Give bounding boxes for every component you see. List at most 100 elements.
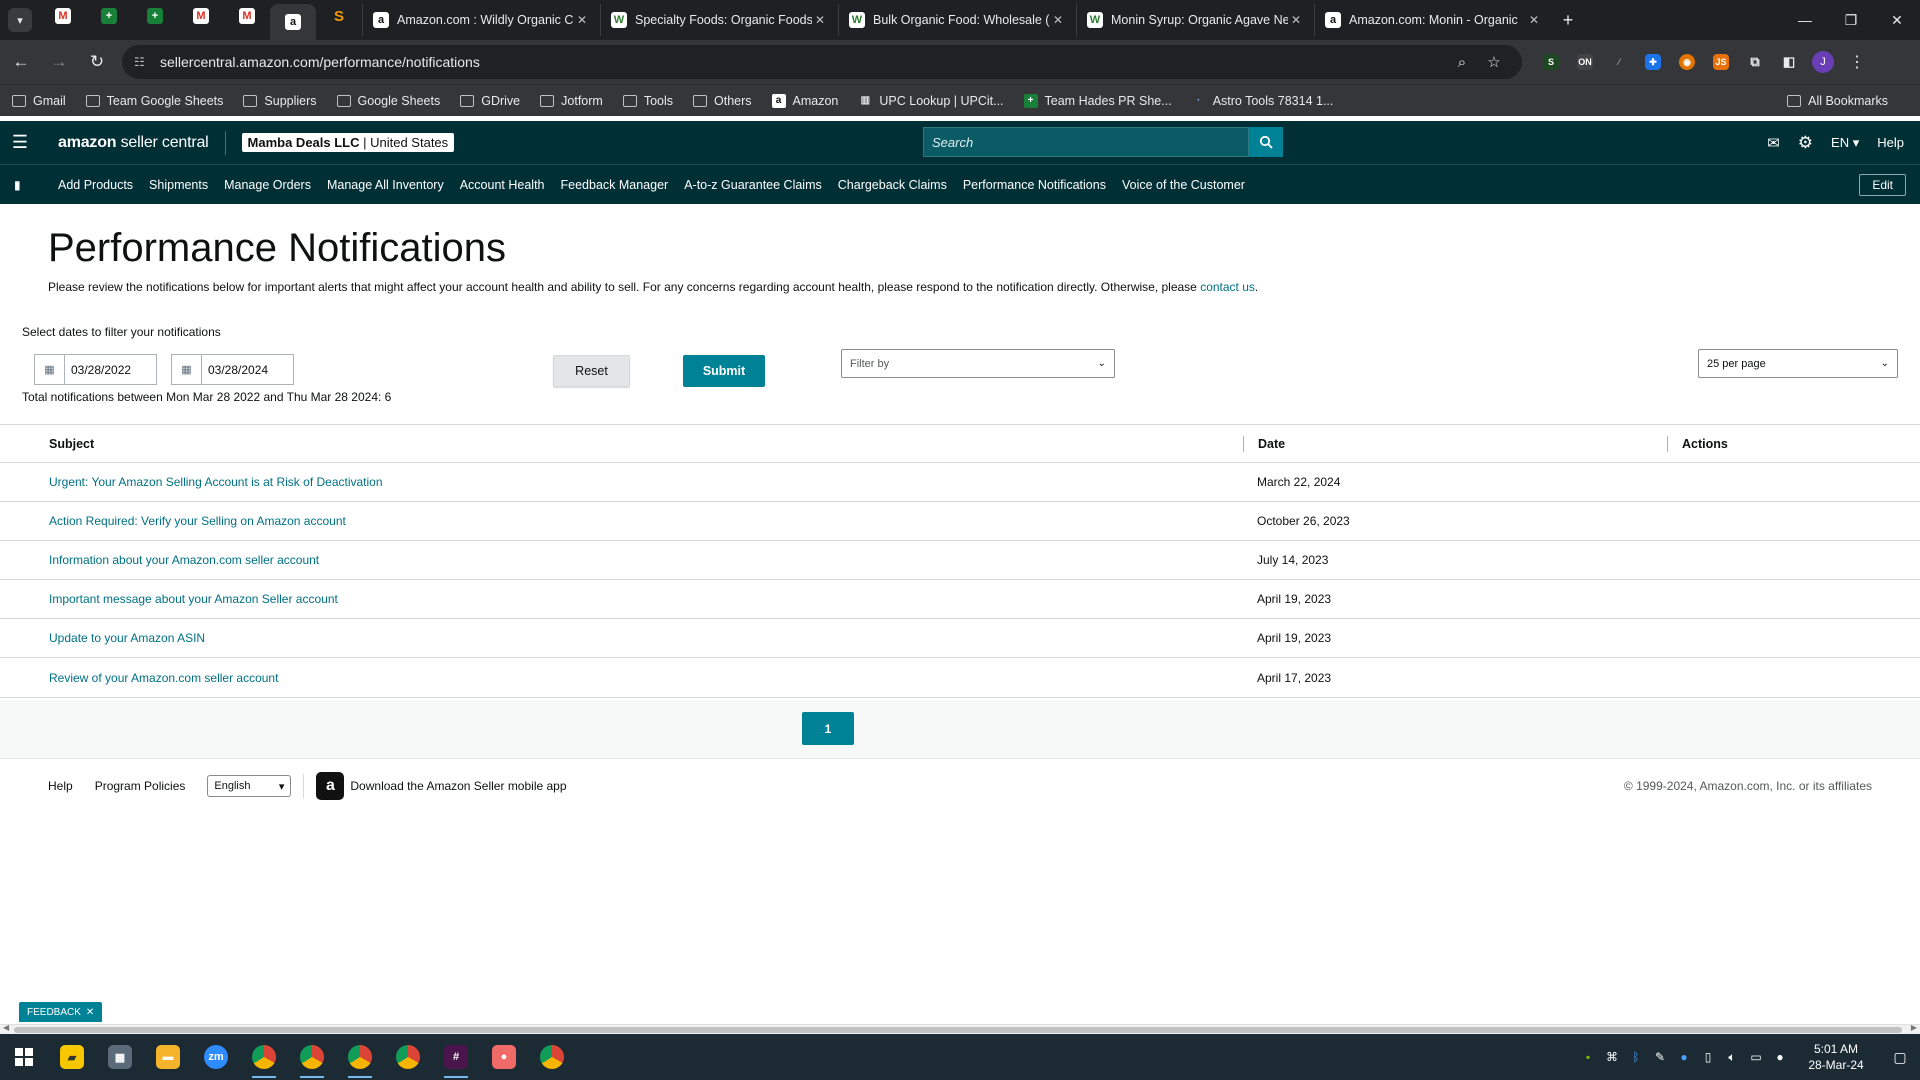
bookmark-item[interactable]: Jotform — [540, 94, 603, 108]
zoom-tray-icon[interactable]: ● — [1672, 1050, 1696, 1064]
usb-icon[interactable]: ▯ — [1696, 1050, 1720, 1064]
mail-icon[interactable]: ✉ — [1767, 134, 1780, 152]
browser-tab[interactable]: W Specialty Foods: Organic Foods ✕ — [600, 4, 838, 36]
notification-subject-link[interactable]: Important message about your Amazon Sell… — [49, 592, 338, 606]
calendar-icon[interactable]: ▦ — [172, 355, 202, 384]
extension-icon[interactable]: JS — [1704, 45, 1738, 79]
chrome-icon[interactable] — [384, 1034, 432, 1080]
bookmark-item[interactable]: · Astro Tools 78314 1... — [1192, 94, 1333, 108]
submit-button[interactable]: Submit — [683, 355, 765, 387]
close-tab-icon[interactable]: ✕ — [1050, 13, 1066, 27]
calculator-icon[interactable]: ▦ — [96, 1034, 144, 1080]
browser-tab[interactable]: W Monin Syrup: Organic Agave Ne ✕ — [1076, 4, 1314, 36]
bluetooth-icon[interactable]: ᛒ — [1624, 1050, 1648, 1064]
per-page-select[interactable]: 25 per page ⌄ — [1698, 349, 1898, 378]
nav-item[interactable]: Add Products — [58, 178, 133, 192]
pinned-tab[interactable]: M — [224, 0, 270, 32]
menu-kebab-icon[interactable]: ⋮ — [1840, 45, 1874, 79]
footer-help-link[interactable]: Help — [48, 779, 73, 793]
file-explorer-icon[interactable]: ▬ — [144, 1034, 192, 1080]
taskbar-clock[interactable]: 5:01 AM 28-Mar-24 — [1800, 1041, 1872, 1073]
volume-icon[interactable]: 🔈︎ — [1720, 1050, 1744, 1065]
notification-subject-link[interactable]: Action Required: Verify your Selling on … — [49, 514, 346, 528]
url-text[interactable]: sellercentral.amazon.com/performance/not… — [160, 54, 1446, 70]
edit-nav-button[interactable]: Edit — [1859, 174, 1906, 196]
bookmark-item[interactable]: ▥ UPC Lookup | UPCit... — [858, 94, 1004, 108]
side-panel-icon[interactable]: ◧ — [1772, 45, 1806, 79]
chrome-icon[interactable] — [528, 1034, 576, 1080]
footer-language-select[interactable]: English ▾ — [207, 775, 292, 797]
close-tab-icon[interactable]: ✕ — [812, 13, 828, 27]
nav-item[interactable]: A-to-z Guarantee Claims — [684, 178, 822, 192]
back-icon[interactable]: ← — [4, 45, 38, 79]
feedback-button[interactable]: FEEDBACK ✕ — [19, 1002, 103, 1022]
nav-item[interactable]: Account Health — [460, 178, 545, 192]
filter-by-select[interactable]: Filter by ⌄ — [841, 349, 1115, 378]
address-bar[interactable]: ☷ sellercentral.amazon.com/performance/n… — [122, 45, 1522, 79]
date-column-header[interactable]: Date — [1243, 435, 1667, 452]
bookmark-item[interactable]: a Amazon — [771, 93, 838, 108]
nav-item[interactable]: Manage All Inventory — [327, 178, 444, 192]
app-icon[interactable]: ● — [480, 1034, 528, 1080]
scroll-right-icon[interactable]: ▶ — [1911, 1023, 1917, 1032]
windows-start-icon[interactable] — [0, 1034, 48, 1080]
reset-button[interactable]: Reset — [553, 355, 630, 387]
close-tab-icon[interactable]: ✕ — [1288, 13, 1304, 27]
new-tab-button[interactable]: + — [1552, 10, 1584, 31]
close-tab-icon[interactable]: ✕ — [1526, 13, 1542, 27]
browser-tab[interactable]: W Bulk Organic Food: Wholesale (✕ — [838, 4, 1076, 36]
chrome-icon[interactable] — [336, 1034, 384, 1080]
zoom-icon[interactable]: ⌕ — [1446, 54, 1478, 71]
seller-central-logo[interactable]: amazon seller central — [58, 134, 209, 152]
scrollbar-thumb[interactable] — [14, 1027, 1902, 1033]
extension-icon[interactable]: ✚ — [1636, 45, 1670, 79]
all-bookmarks[interactable]: All Bookmarks — [1787, 94, 1888, 108]
sticky-notes-icon[interactable]: ▰ — [48, 1034, 96, 1080]
pinned-tab[interactable]: + — [132, 0, 178, 32]
scroll-left-icon[interactable]: ◀ — [3, 1023, 9, 1032]
tray-app-icon[interactable]: ⌘ — [1600, 1050, 1624, 1064]
pinned-tab[interactable]: a — [270, 4, 316, 40]
notifications-icon[interactable]: ▢ — [1880, 1049, 1920, 1066]
bookmark-star-icon[interactable]: ☆ — [1478, 53, 1510, 71]
network-icon[interactable]: ▭ — [1744, 1050, 1768, 1064]
bookmark-item[interactable]: Others — [693, 94, 752, 108]
contact-us-link[interactable]: contact us — [1200, 280, 1255, 294]
start-date-input[interactable]: ▦ 03/28/2022 — [34, 354, 157, 385]
nav-item[interactable]: Voice of the Customer — [1122, 178, 1245, 192]
restore-icon[interactable]: ❐ — [1828, 0, 1874, 40]
chrome-icon[interactable] — [288, 1034, 336, 1080]
chrome-icon[interactable] — [240, 1034, 288, 1080]
pinned-tab[interactable]: + — [86, 0, 132, 32]
nav-item[interactable]: Performance Notifications — [963, 178, 1106, 192]
reload-icon[interactable]: ↻ — [80, 45, 114, 79]
pinned-tab[interactable]: M — [178, 0, 224, 32]
nvidia-icon[interactable]: ▪ — [1576, 1050, 1600, 1064]
pinned-tab[interactable]: S — [316, 0, 362, 32]
horizontal-scrollbar[interactable]: ◀ ▶ — [0, 1023, 1920, 1034]
nav-item[interactable]: Chargeback Claims — [838, 178, 947, 192]
bookmark-icon[interactable]: ▮ — [14, 178, 36, 192]
close-tab-icon[interactable]: ✕ — [574, 13, 590, 27]
bookmark-item[interactable]: Gmail — [12, 94, 66, 108]
notification-subject-link[interactable]: Update to your Amazon ASIN — [49, 631, 205, 645]
zoom-app-icon[interactable]: zm — [192, 1034, 240, 1080]
tab-search-icon[interactable]: ▾ — [8, 8, 32, 32]
forward-icon[interactable]: → — [42, 45, 76, 79]
language-selector[interactable]: EN ▾ — [1831, 135, 1859, 151]
profile-avatar[interactable]: J — [1806, 45, 1840, 79]
minimize-icon[interactable]: — — [1782, 0, 1828, 40]
search-button[interactable] — [1249, 127, 1283, 157]
nav-item[interactable]: Shipments — [149, 178, 208, 192]
bookmark-item[interactable]: Tools — [622, 94, 673, 108]
slack-icon[interactable]: # — [432, 1034, 480, 1080]
browser-tab[interactable]: a Amazon.com: Monin - Organic ✕ — [1314, 4, 1552, 36]
account-switcher[interactable]: Mamba Deals LLC | United States — [241, 133, 455, 152]
nav-item[interactable]: Feedback Manager — [561, 178, 669, 192]
microphone-icon[interactable]: ● — [1768, 1050, 1792, 1064]
notification-subject-link[interactable]: Information about your Amazon.com seller… — [49, 553, 319, 567]
amazon-seller-app-icon[interactable]: a — [316, 772, 345, 800]
pen-icon[interactable]: ✎ — [1648, 1050, 1672, 1064]
extension-icon[interactable]: ON — [1568, 45, 1602, 79]
bookmark-item[interactable]: Google Sheets — [336, 94, 440, 108]
